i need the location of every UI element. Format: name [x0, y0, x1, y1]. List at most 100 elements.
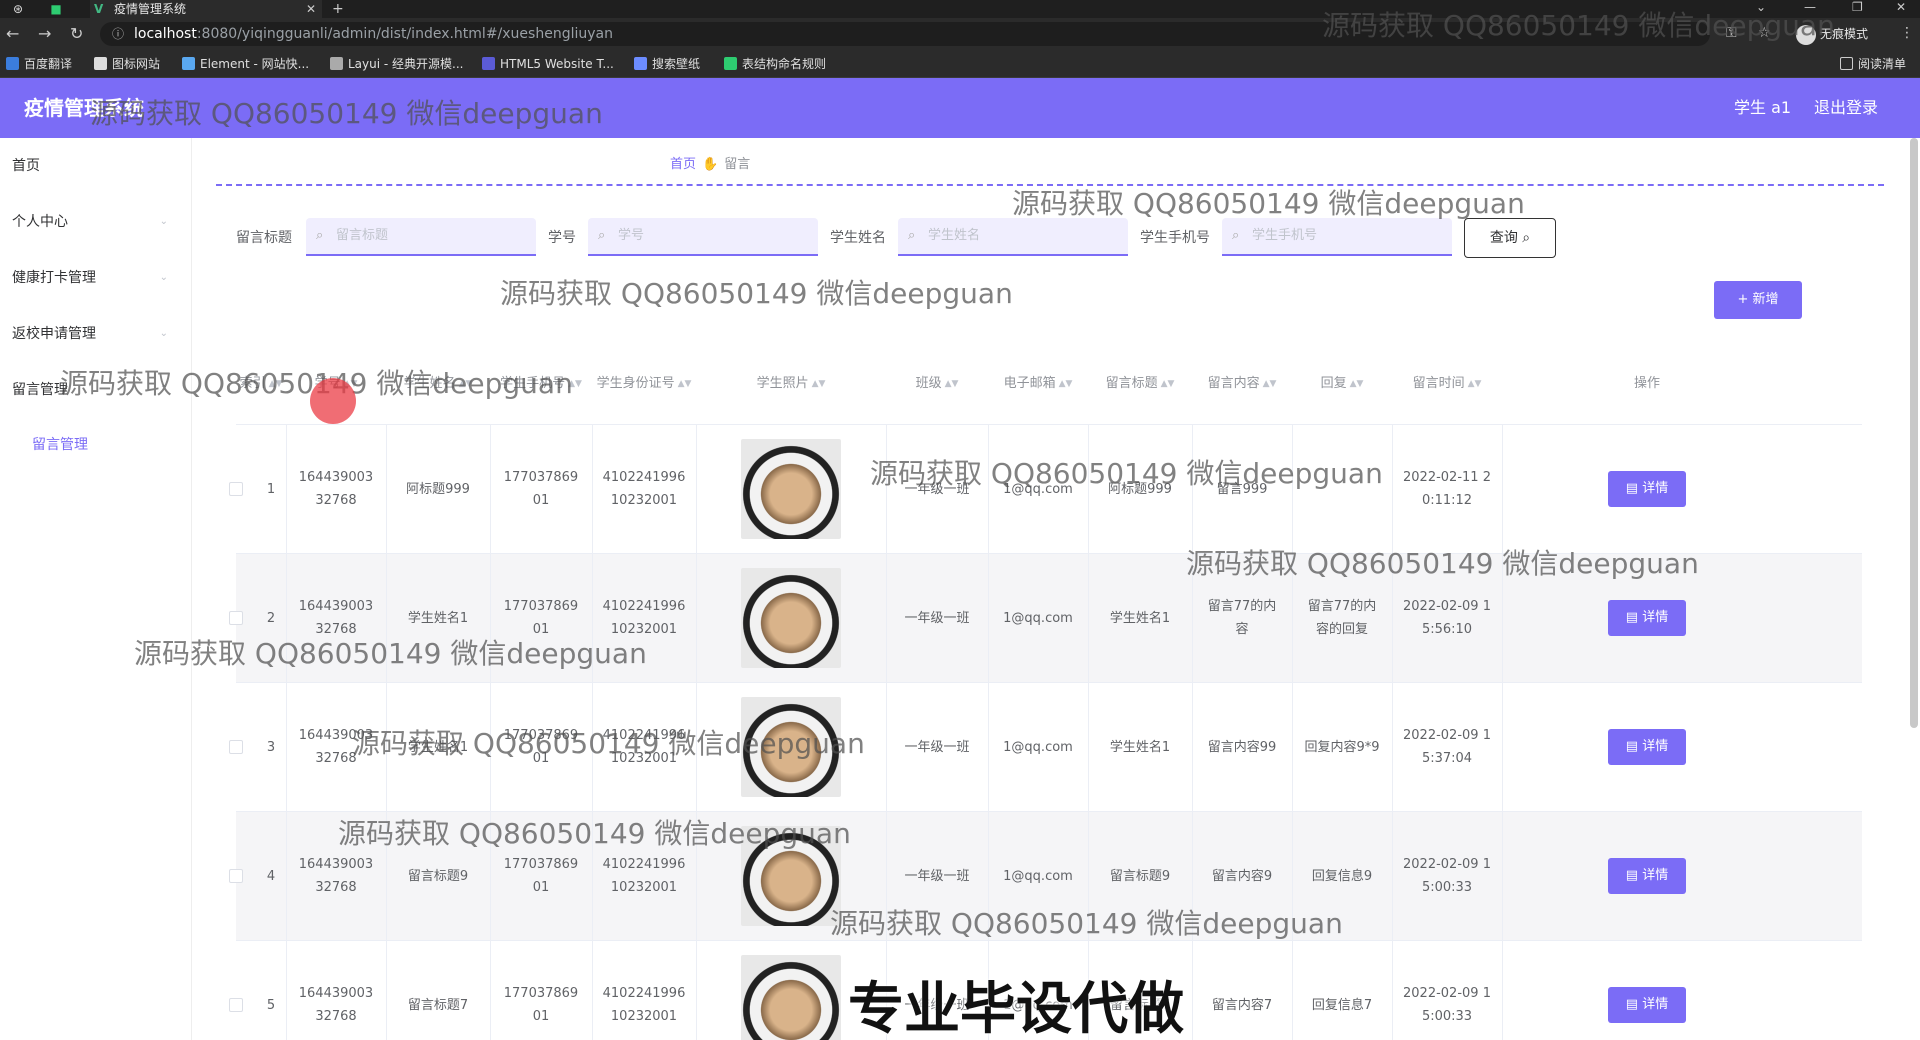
tab-favicon-icon[interactable]: ■: [48, 1, 64, 17]
query-button[interactable]: 查询 ⌕: [1464, 218, 1556, 258]
sidebar-item-home[interactable]: 首页: [0, 138, 190, 194]
sidebar-subitem-message-manage[interactable]: 留言管理: [0, 420, 190, 470]
cell-text: 17703786901: [503, 728, 579, 766]
bookmark-item[interactable]: 百度翻译: [6, 56, 72, 72]
detail-button[interactable]: ▤ 详情: [1608, 471, 1686, 507]
add-button[interactable]: + 新增: [1714, 281, 1802, 319]
search-icon: ⌕: [1522, 230, 1531, 246]
sort-icon[interactable]: ▲▼: [1263, 373, 1277, 395]
sort-icon[interactable]: ▲▼: [678, 373, 692, 395]
bookmark-item[interactable]: HTML5 Website T...: [482, 56, 614, 72]
bookmark-item[interactable]: 搜索壁纸: [634, 56, 700, 72]
table-row: 4 16443900332768 留言标题9 17703786901 410224199…: [229, 811, 1862, 940]
student-no-input[interactable]: ⌕ 学号: [588, 218, 818, 256]
sort-icon[interactable]: ▲▼: [1059, 373, 1073, 395]
sort-icon[interactable]: ▲▼: [1350, 373, 1364, 395]
header-col-reply[interactable]: 回复 ▲▼: [1292, 344, 1392, 424]
bookmark-item[interactable]: Layui - 经典开源模...: [330, 56, 463, 72]
cell-text: 410224199610232001: [602, 857, 686, 895]
sort-icon[interactable]: ▲▼: [568, 373, 582, 395]
cell-time: 2022-02-09 15:56:10: [1392, 554, 1502, 682]
student-name-input[interactable]: ⌕ 学生姓名: [898, 218, 1128, 256]
layui-icon: [330, 57, 343, 70]
row-checkbox[interactable]: [229, 611, 243, 625]
sidebar-item-return-application[interactable]: 返校申请管理 ⌄: [0, 306, 190, 362]
incognito-indicator[interactable]: 无痕模式: [1796, 22, 1868, 46]
sort-icon[interactable]: ▲▼: [1161, 373, 1175, 395]
sidebar-item-profile[interactable]: 个人中心 ⌄: [0, 194, 190, 250]
header-col-content[interactable]: 留言内容 ▲▼: [1192, 344, 1292, 424]
grid-line: [886, 683, 887, 811]
page-scrollbar[interactable]: [1910, 138, 1918, 728]
logout-button[interactable]: 退出登录: [1814, 78, 1878, 138]
row-checkbox[interactable]: [229, 869, 243, 883]
sidebar-item-health-checkin[interactable]: 健康打卡管理 ⌄: [0, 250, 190, 306]
sidebar-item-label: 返校申请管理: [12, 326, 96, 342]
info-icon[interactable]: ⓘ: [112, 22, 124, 46]
url-path: :8080/yiqingguanli/admin/dist/index.html…: [196, 26, 613, 42]
grid-line: [1292, 941, 1293, 1040]
cell-text: 一年级一班: [904, 739, 970, 755]
bookmark-item[interactable]: 图标网站: [94, 56, 160, 72]
header-col-class[interactable]: 班级 ▲▼: [886, 344, 988, 424]
close-window-icon[interactable]: ✕: [1896, 0, 1906, 14]
cell-text: 410224199610232001: [602, 728, 686, 766]
header-col-time[interactable]: 留言时间 ▲▼: [1392, 344, 1502, 424]
sort-icon[interactable]: ▲▼: [269, 373, 283, 395]
forward-icon[interactable]: →: [38, 25, 51, 43]
row-checkbox[interactable]: [229, 998, 243, 1012]
sort-icon[interactable]: ▲▼: [812, 373, 826, 395]
cell-time: 2022-02-09 15:37:04: [1392, 683, 1502, 811]
breadcrumb-home[interactable]: 首页: [670, 157, 696, 172]
url-input[interactable]: ⓘ localhost:8080/yiqingguanli/admin/dist…: [100, 22, 1710, 46]
cell-text: 留言内容99: [1207, 739, 1277, 755]
cell-title: 留言标题9: [1088, 812, 1192, 940]
reading-list[interactable]: 阅读清单: [1840, 56, 1906, 72]
title-search-input[interactable]: ⌕ 留言标题: [306, 218, 536, 256]
grid-line: [1088, 425, 1089, 553]
bookmark-star-icon[interactable]: ☆: [1758, 25, 1771, 41]
detail-button[interactable]: ▤ 详情: [1608, 600, 1686, 636]
detail-button[interactable]: ▤ 详情: [1608, 729, 1686, 765]
sort-icon[interactable]: ▲▼: [459, 373, 473, 395]
key-icon[interactable]: ⚿: [1726, 25, 1737, 41]
reload-icon[interactable]: ↻: [70, 25, 83, 43]
restore-icon[interactable]: ❐: [1852, 0, 1863, 14]
header-col-name[interactable]: 学生姓名 ▲▼: [386, 344, 490, 424]
row-checkbox[interactable]: [229, 740, 243, 754]
bookmark-item[interactable]: 表结构命名规则: [724, 56, 826, 72]
tab-title: 疫情管理系统: [114, 2, 187, 16]
row-checkbox[interactable]: [229, 482, 243, 496]
sort-icon[interactable]: ▲▼: [945, 373, 959, 395]
tab-search-icon[interactable]: ⌄: [1756, 0, 1766, 14]
tab-close-icon[interactable]: ✕: [306, 0, 316, 18]
header-col-photo[interactable]: 学生照片 ▲▼: [696, 344, 886, 424]
detail-button[interactable]: ▤ 详情: [1608, 987, 1686, 1023]
sidebar-item-message[interactable]: 留言管理 ⌃: [0, 362, 190, 418]
breadcrumb: 首页 ✋ 留言: [670, 155, 750, 175]
student-phone-input[interactable]: ⌕ 学生手机号: [1222, 218, 1452, 256]
grid-line: [286, 941, 287, 1040]
header-col-id-no[interactable]: 学生身份证号 ▲▼: [592, 344, 696, 424]
cell-id-no: 410224199610232001: [592, 941, 696, 1040]
table-row: 3 16443900332768 学生姓名1 17703786901 410224199…: [229, 682, 1862, 811]
back-icon[interactable]: ←: [6, 25, 19, 43]
browser-menu-icon[interactable]: ⊛: [10, 1, 26, 17]
cell-class: 一年级一班: [886, 683, 988, 811]
header-col-phone[interactable]: 学生手机号 ▲▼: [490, 344, 592, 424]
grid-line: [886, 425, 887, 553]
detail-button[interactable]: ▤ 详情: [1608, 858, 1686, 894]
cell-phone: 17703786901: [490, 941, 592, 1040]
sort-icon[interactable]: ▲▼: [1468, 373, 1482, 395]
minimize-icon[interactable]: —: [1804, 0, 1816, 14]
browser-menu-dots-icon[interactable]: ⋮: [1900, 25, 1914, 41]
watermark: 源码获取 QQ86050149 微信deepguan: [500, 277, 1013, 310]
grid-line: [286, 554, 287, 682]
new-tab-icon[interactable]: +: [332, 0, 344, 18]
header-col-email[interactable]: 电子邮箱 ▲▼: [988, 344, 1088, 424]
bookmark-item[interactable]: Element - 网站快...: [182, 56, 309, 72]
query-label: 查询: [1489, 230, 1518, 246]
header-col-index[interactable]: 索引 ▲▼: [236, 344, 286, 424]
tab-active[interactable]: V 疫情管理系统 ✕: [90, 0, 322, 18]
header-col-title[interactable]: 留言标题 ▲▼: [1088, 344, 1192, 424]
